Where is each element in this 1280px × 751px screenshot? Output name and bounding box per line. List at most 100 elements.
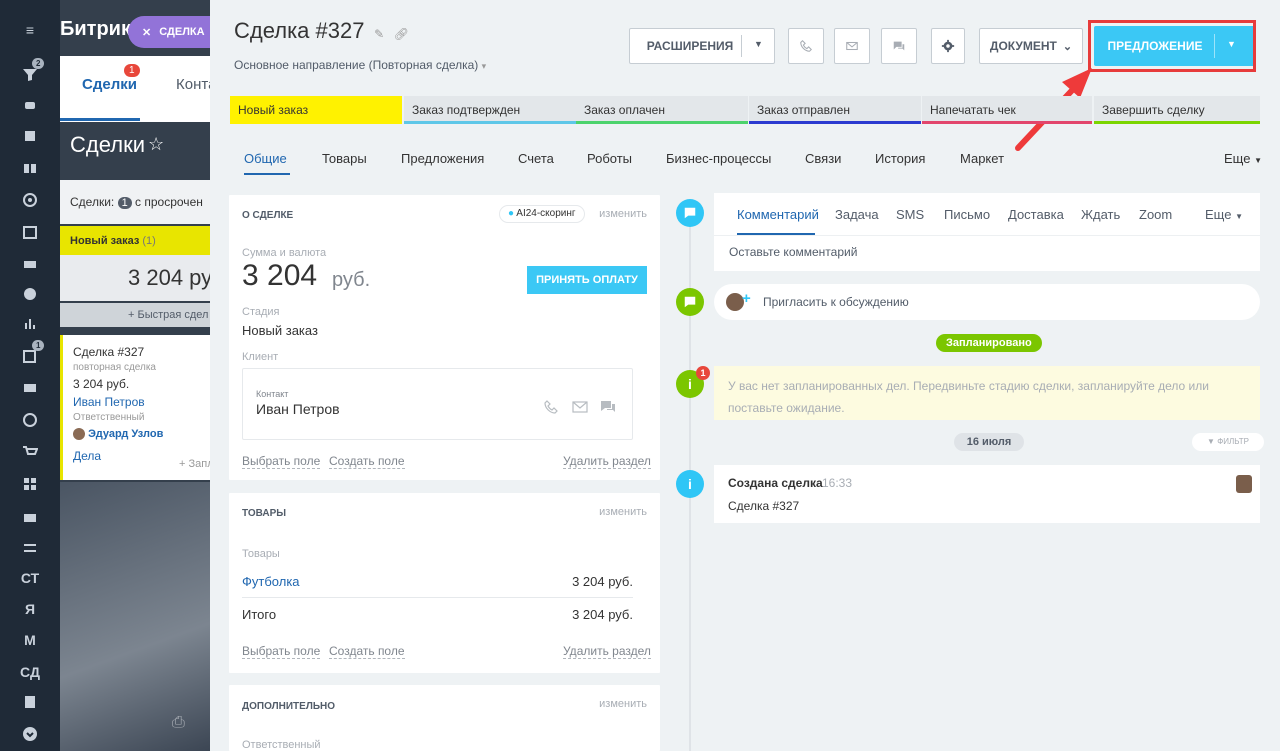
cart-icon[interactable]	[0, 440, 60, 464]
calendar-icon[interactable]	[0, 220, 60, 244]
additional-edit-link[interactable]: изменить	[599, 698, 647, 710]
store-icon[interactable]	[0, 504, 60, 528]
tab-history[interactable]: История	[875, 151, 925, 166]
chevron-down-icon[interactable]: ▼	[754, 39, 763, 49]
menu-icon[interactable]: ≡	[0, 18, 60, 42]
tab-business-processes[interactable]: Бизнес-процессы	[666, 151, 771, 166]
pill-label: СДЕЛКА	[159, 26, 205, 38]
document-button[interactable]: ДОКУМЕНТ ⌄	[979, 28, 1083, 64]
print-icon[interactable]: ⎙	[172, 714, 185, 732]
tab-robots[interactable]: Роботы	[587, 151, 632, 166]
close-icon[interactable]: ✕	[142, 26, 151, 39]
settings-sliders-icon[interactable]	[0, 536, 60, 560]
tl-tab-task[interactable]: Задача	[835, 207, 879, 222]
left-sidebar: ≡ 2 1 СТ Я М СД	[0, 0, 60, 751]
bg-card-title[interactable]: Сделка #327	[73, 343, 220, 361]
page-title: Сделка #327	[234, 18, 365, 43]
document-icon[interactable]	[0, 690, 60, 714]
stage-color-bar	[1094, 121, 1260, 124]
deal-tabs: Общие Товары Предложения Счета Роботы Би…	[234, 148, 1264, 176]
chevron-down-icon: ▼	[1235, 212, 1243, 221]
sidebar-letter-ya[interactable]: Я	[0, 597, 60, 621]
drive-icon[interactable]	[0, 252, 60, 276]
target-icon[interactable]	[0, 188, 60, 212]
accept-payment-button[interactable]: ПРИНЯТЬ ОПЛАТУ	[527, 266, 647, 294]
bg-heading: Сделки	[70, 132, 145, 157]
choose-field-link[interactable]: Выбрать поле	[242, 454, 321, 469]
create-field-link[interactable]: Создать поле	[329, 644, 405, 659]
chat-button[interactable]	[881, 28, 917, 64]
tl-tab-more[interactable]: Еще ▼	[1205, 207, 1243, 222]
tl-tab-zoom[interactable]: Zoom	[1139, 207, 1172, 222]
products-edit-link[interactable]: изменить	[599, 506, 647, 518]
apps-icon[interactable]	[0, 472, 60, 496]
contact-name[interactable]: Иван Петров	[256, 401, 340, 417]
bg-tab-deals[interactable]: Сделки	[82, 76, 137, 93]
tab-offers[interactable]: Предложения	[401, 151, 484, 166]
tasks-icon[interactable]: 1	[0, 340, 60, 368]
android-icon[interactable]	[0, 92, 60, 116]
product-name-link[interactable]: Футболка	[242, 574, 300, 589]
about-edit-link[interactable]: изменить	[599, 208, 647, 220]
tab-more[interactable]: Еще ▼	[1224, 151, 1262, 166]
stage-order-confirmed[interactable]: Заказ подтвержден	[404, 96, 576, 124]
chat-icon[interactable]	[599, 399, 617, 415]
filter-button[interactable]: ▼ ФИЛЬТР	[1192, 433, 1264, 451]
stage-print-receipt[interactable]: Напечатать чек	[922, 96, 1092, 124]
chart-icon[interactable]	[0, 312, 60, 336]
bg-deal-card[interactable]: Сделка #327 повторная сделка 3 204 руб. …	[60, 335, 220, 480]
filter-icon[interactable]: 2	[0, 58, 60, 86]
bg-card-responsible[interactable]: Эдуард Узлов	[73, 425, 220, 443]
bg-card-add[interactable]: + Запл	[179, 455, 214, 473]
info-icon: i	[676, 470, 704, 498]
extensions-button[interactable]: РАСШИРЕНИЯ ▼	[629, 28, 775, 64]
tl-tab-wait[interactable]: Ждать	[1081, 207, 1120, 222]
history-icon[interactable]	[0, 408, 60, 432]
stage-order-paid[interactable]: Заказ оплачен	[576, 96, 748, 124]
mail-icon[interactable]	[0, 376, 60, 400]
notice-badge: 1	[696, 366, 710, 380]
tl-tab-email[interactable]: Письмо	[944, 207, 990, 222]
tl-tab-comment[interactable]: Комментарий	[737, 207, 819, 222]
chevron-down-icon[interactable]	[0, 722, 60, 746]
bg-card-client[interactable]: Иван Петров	[73, 393, 220, 411]
invite-discussion[interactable]: + Пригласить к обсуждению	[714, 284, 1260, 320]
tl-tab-sms[interactable]: SMS	[896, 207, 924, 222]
tab-links[interactable]: Связи	[805, 151, 841, 166]
choose-field-link[interactable]: Выбрать поле	[242, 644, 321, 659]
stage-order-shipped[interactable]: Заказ отправлен	[749, 96, 921, 124]
sidebar-letter-st[interactable]: СТ	[0, 566, 60, 590]
delete-section-link[interactable]: Удалить раздел	[563, 454, 651, 469]
sidebar-letter-m[interactable]: М	[0, 628, 60, 652]
envelope-icon[interactable]	[571, 399, 589, 415]
clock-icon[interactable]	[0, 282, 60, 306]
stage-color-bar	[922, 121, 1092, 124]
stage-label: Завершить сделку	[1102, 103, 1205, 117]
phone-icon[interactable]	[543, 399, 559, 415]
delete-section-link[interactable]: Удалить раздел	[563, 644, 651, 659]
pencil-icon[interactable]: ✎	[374, 27, 384, 41]
tab-invoices[interactable]: Счета	[518, 151, 554, 166]
tab-products[interactable]: Товары	[322, 151, 367, 166]
sidebar-letter-sd[interactable]: СД	[0, 660, 60, 684]
tab-market[interactable]: Маркет	[960, 151, 1004, 166]
tab-general[interactable]: Общие	[244, 151, 287, 166]
settings-button[interactable]	[931, 28, 965, 64]
stage-complete-deal[interactable]: Завершить сделку	[1094, 96, 1260, 124]
book-icon[interactable]	[0, 156, 60, 180]
products-label: Товары	[242, 548, 280, 560]
tl-tab-delivery[interactable]: Доставка	[1008, 207, 1064, 222]
ai-scoring-badge[interactable]: ● AI24-скоринг	[499, 205, 585, 223]
filter-icon: ▼	[1207, 437, 1215, 446]
stage-new-order[interactable]: Новый заказ	[230, 96, 402, 124]
star-icon[interactable]: ☆	[148, 134, 164, 155]
direction-select[interactable]: Основное направление (Повторная сделка) …	[234, 58, 486, 72]
news-icon[interactable]	[0, 124, 60, 148]
comment-input[interactable]: Оставьте комментарий	[729, 245, 857, 259]
bg-card-responsible-name: Эдуард Узлов	[88, 428, 164, 440]
call-button[interactable]	[788, 28, 824, 64]
email-button[interactable]	[834, 28, 870, 64]
link-icon[interactable]: 🔗︎	[394, 27, 409, 41]
create-field-link[interactable]: Создать поле	[329, 454, 405, 469]
bg-quick-deal[interactable]: + Быстрая сдел	[60, 303, 220, 327]
